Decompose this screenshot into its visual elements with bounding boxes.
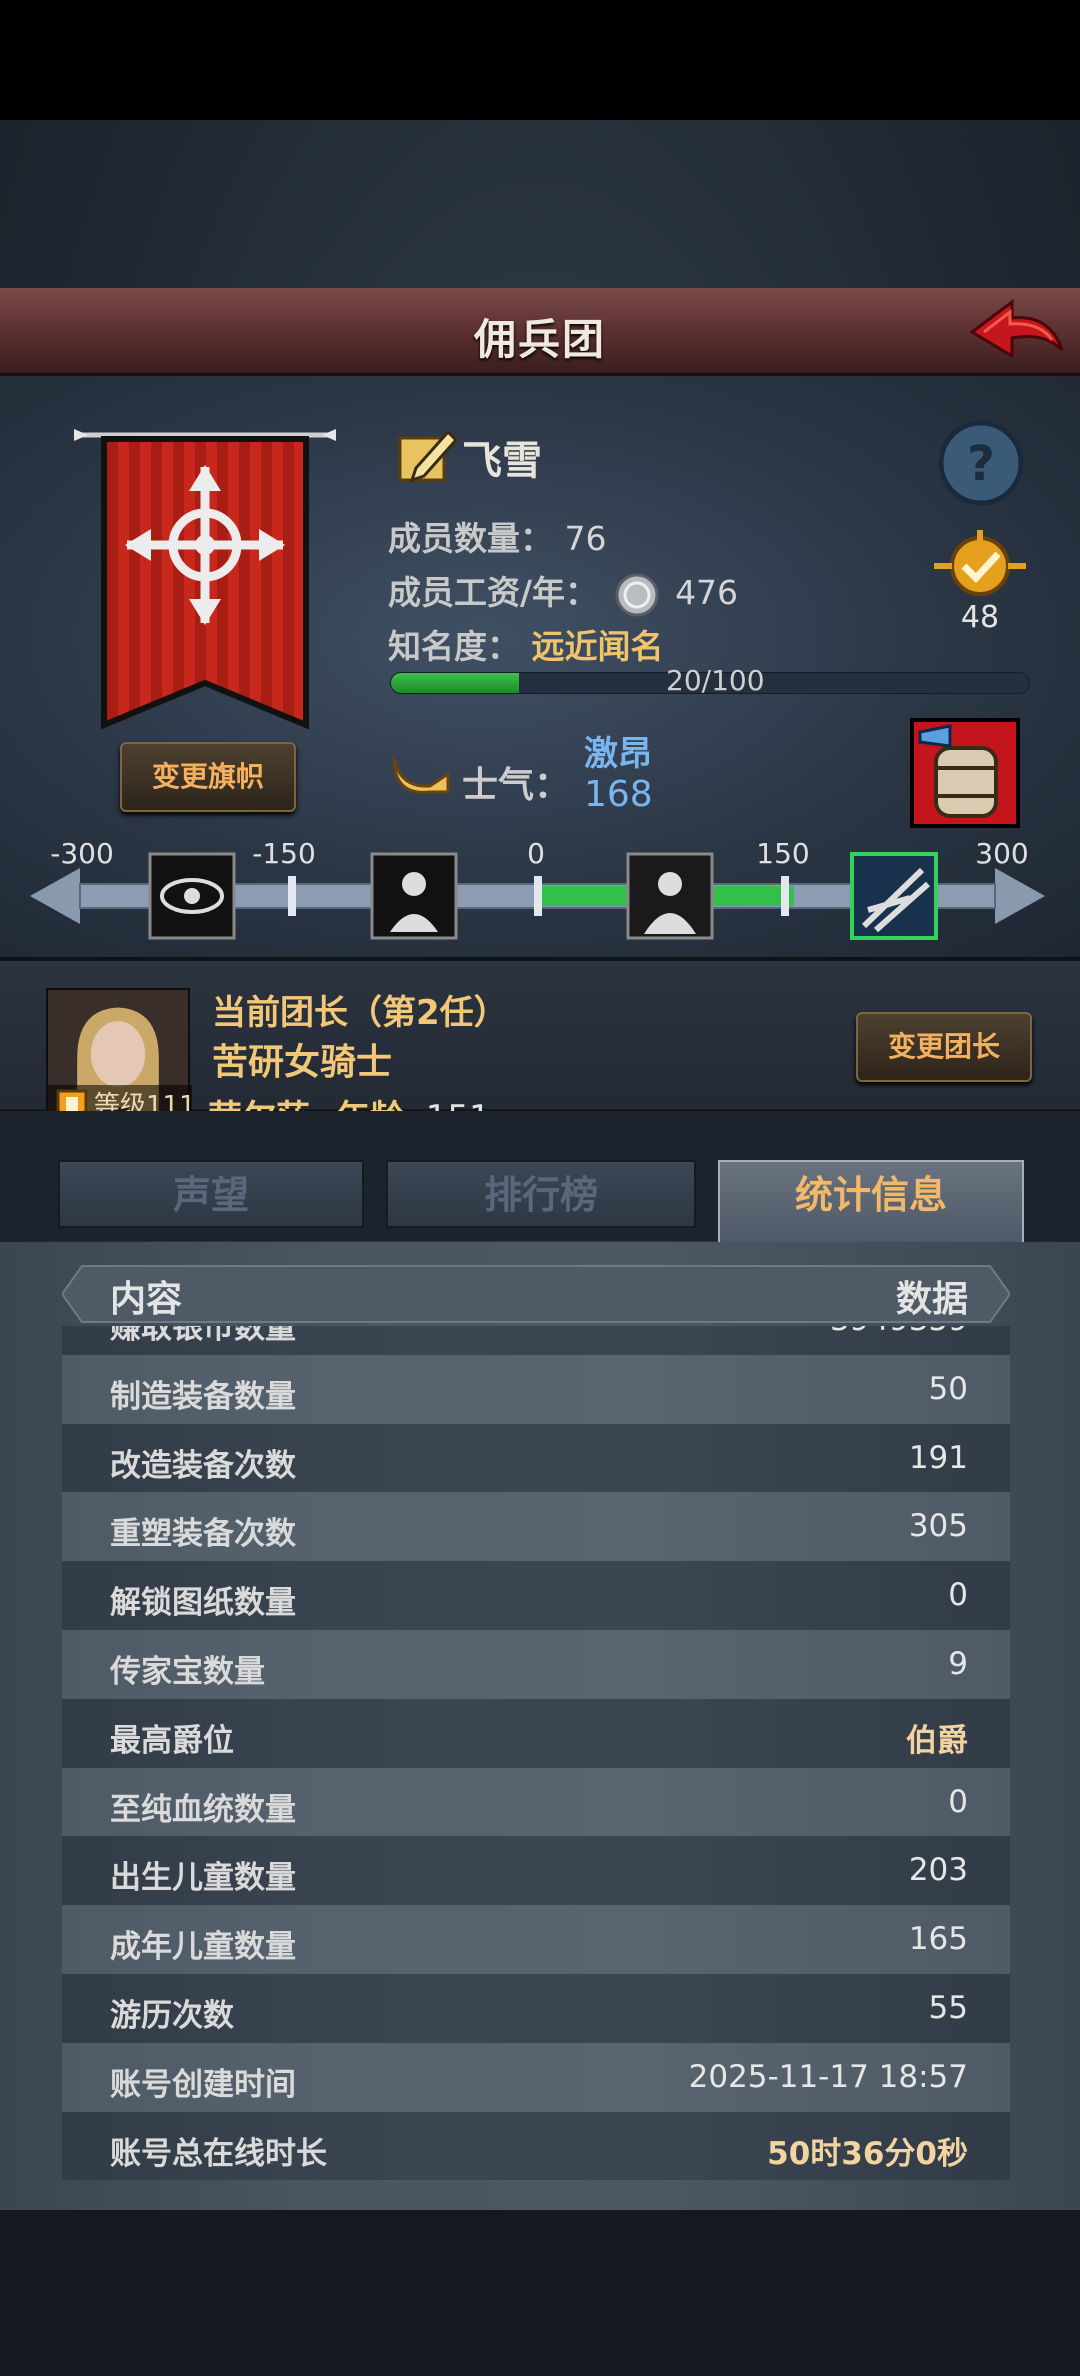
despair-icon[interactable] [370,852,458,940]
row-value: 3949359 [830,1326,968,1338]
row-value: 0 [948,1783,968,1820]
table-row: 解锁图纸数量 0 [62,1561,1010,1630]
row-label: 最高爵位 [110,1722,234,1759]
barrel-event-icon[interactable] [910,718,1020,828]
table-row: 至纯血统数量 0 [62,1767,1010,1837]
morale-value: 168 [584,774,653,815]
row-value: 2025-11-17 18:57 [688,2058,968,2095]
bottom-area [0,2210,1080,2376]
fame-label: 知名度： [388,627,520,666]
commander-title: 当前团长（第2任） [212,993,508,1033]
table-row: 赚取银币数量 3949359 [62,1326,1010,1355]
status-bar-area [0,0,1080,120]
table-row: 成年儿童数量 165 [62,1905,1010,1974]
fame-value: 远近闻名 [531,627,664,666]
row-label: 传家宝数量 [110,1653,265,1690]
change-banner-button[interactable]: 变更旗帜 [120,742,296,812]
row-label: 成年儿童数量 [110,1929,296,1966]
stats-list[interactable]: 赚取银币数量 3949359 制造装备数量 50 改造装备次数 191 重塑装备次数 305 解… [62,1326,1010,2206]
table-row: 账号创建时间 2025-11-17 18:57 [62,2042,1010,2112]
calm-icon[interactable] [626,852,714,940]
table-row: 出生儿童数量 203 [62,1836,1010,1906]
row-value: 305 [908,1508,968,1545]
morale-state: 激昂 [584,734,652,774]
back-arrow-icon[interactable] [966,296,1066,368]
row-label: 解锁图纸数量 [110,1585,296,1622]
table-row: 改造装备次数 191 [62,1423,1010,1493]
fame-progress-text: 20/100 [666,664,765,697]
table-row: 最高爵位 伯爵 [62,1698,1010,1768]
title-bar: 佣兵团 [0,288,1080,376]
table-row: 游历次数 55 [62,1973,1010,2043]
morale-label: 士气： [462,765,571,806]
table-row: 制造装备数量 50 [62,1354,1010,1424]
row-value: 55 [928,1989,968,2026]
stats-rows: 赚取银币数量 3949359 制造装备数量 50 改造装备次数 191 重塑装备次数 305 解… [62,1326,1010,2181]
silver-coin-icon [615,573,659,616]
row-value: 9 [948,1645,968,1682]
eye-icon[interactable] [148,852,236,940]
horn-icon [392,757,450,794]
salary-line: 成员工资/年： 476 [388,566,738,618]
change-leader-button[interactable]: 变更团长 [856,1012,1032,1082]
members-line: 成员数量： 76 [388,512,607,560]
row-value: 0 [948,1577,968,1614]
members-label: 成员数量： [388,519,553,558]
svg-text:?: ? [967,436,995,492]
row-value: 50时36分0秒 [767,2135,968,2172]
salary-value: 476 [675,573,739,612]
row-value: 50 [928,1370,968,1407]
charge-icon[interactable] [850,852,938,940]
help-icon[interactable]: ? [936,418,1026,508]
table-row: 重塑装备次数 305 [62,1492,1010,1562]
row-value: 191 [908,1439,968,1476]
guild-banner-icon [74,429,336,730]
table-header-bar [62,1265,1010,1323]
commander-trait: 苦研女骑士 [212,1042,393,1083]
fame-progress-fill [391,673,519,693]
salary-label: 成员工资/年： [388,573,599,612]
morale-meter [30,852,1045,940]
row-value: 165 [908,1921,968,1958]
rank-badge-icon[interactable] [934,530,1026,602]
row-value: 伯爵 [906,1722,968,1759]
row-label: 赚取银币数量 [110,1326,296,1346]
column-header-data: 数据 [896,1279,969,1320]
fame-line: 知名度： 远近闻名 [388,620,664,668]
table-row: 账号总在线时长 50时36分0秒 [62,2111,1010,2181]
members-value: 76 [564,519,607,558]
row-label: 账号创建时间 [110,2066,296,2103]
row-value: 203 [908,1852,968,1889]
row-label: 重塑装备次数 [110,1516,296,1553]
column-header-content: 内容 [110,1279,183,1320]
row-label: 游历次数 [110,1997,234,2034]
row-label: 账号总在线时长 [110,2135,327,2172]
tab-reputation[interactable]: 声望 [58,1160,364,1228]
row-label: 制造装备数量 [110,1378,296,1415]
rank-value: 48 [960,600,1000,635]
guild-name: 飞雪 [462,438,542,484]
tab-statistics[interactable]: 统计信息 [718,1160,1024,1242]
page-title: 佣兵团 [473,315,606,364]
row-label: 至纯血统数量 [110,1791,296,1828]
row-label: 出生儿童数量 [110,1860,296,1897]
edit-name-icon[interactable] [396,424,460,488]
row-label: 改造装备次数 [110,1447,296,1484]
table-row: 传家宝数量 9 [62,1629,1010,1699]
tab-leaderboard[interactable]: 排行榜 [386,1160,696,1228]
